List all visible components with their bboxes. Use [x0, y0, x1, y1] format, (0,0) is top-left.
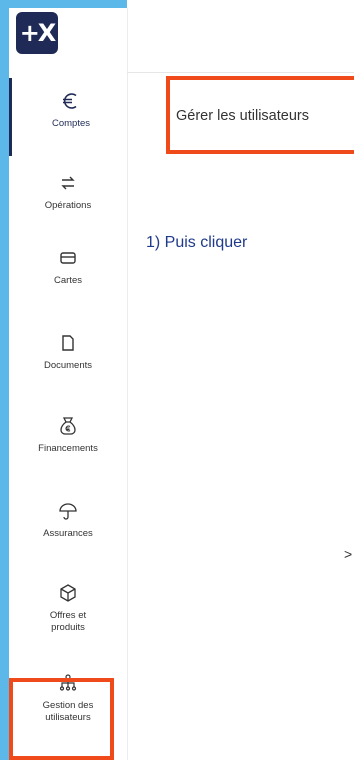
euro-icon — [58, 88, 84, 114]
sidebar-item-offres-produits[interactable]: Offres et produits — [9, 570, 127, 648]
left-edge-strip — [0, 0, 9, 760]
sidebar-item-cartes[interactable]: Cartes — [9, 235, 127, 313]
sidebar-item-label: Assurances — [43, 528, 93, 539]
money-bag-icon — [55, 413, 81, 439]
sidebar-item-label: Financements — [38, 443, 98, 454]
sidebar-item-documents[interactable]: Documents — [9, 320, 127, 398]
sidebar-item-label: Offres et produits — [49, 610, 87, 633]
cube-icon — [55, 580, 81, 606]
sidebar-item-comptes[interactable]: Comptes — [9, 78, 130, 156]
instruction-text: 1) Puis cliquer — [146, 234, 248, 251]
sidebar-item-label: Cartes — [54, 275, 82, 286]
transfer-arrows-icon — [55, 170, 81, 196]
manage-users-link[interactable]: Gérer les utilisateurs — [176, 108, 309, 124]
sidebar-item-operations[interactable]: Opérations — [9, 160, 127, 238]
header-divider — [127, 72, 354, 73]
umbrella-icon — [55, 498, 81, 524]
sidebar-item-assurances[interactable]: Assurances — [9, 488, 127, 566]
sidebar-item-label: Opérations — [44, 200, 92, 211]
document-icon — [55, 330, 81, 356]
sidebar-item-financements[interactable]: Financements — [9, 403, 127, 481]
sidebar-item-label: Comptes — [51, 118, 90, 129]
brand-logo[interactable]: +X — [16, 12, 58, 54]
sidebar-item-label: Documents — [43, 360, 93, 371]
chevron-right-icon[interactable]: > — [344, 546, 352, 562]
top-edge-strip — [0, 0, 127, 8]
card-icon — [55, 245, 81, 271]
highlight-gestion-utilisateurs — [9, 678, 114, 760]
